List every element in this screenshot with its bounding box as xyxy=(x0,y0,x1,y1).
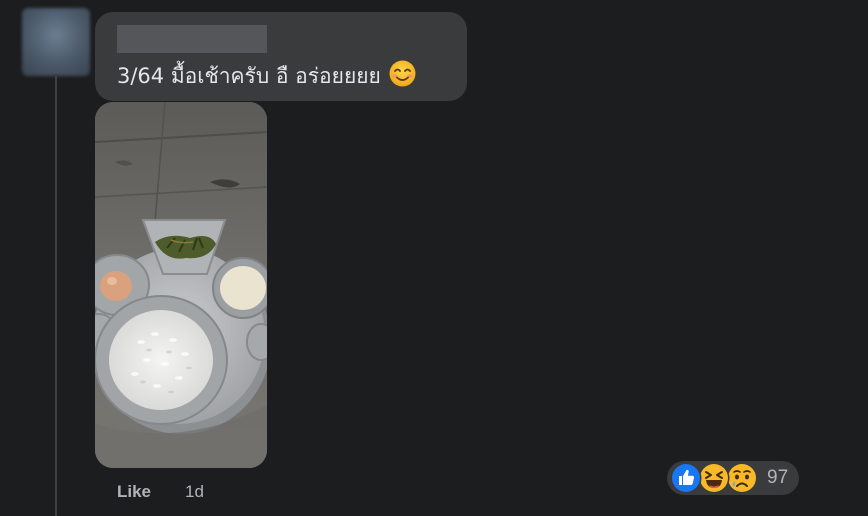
comment-text: 3/64 มื้อเช้าครับ อื อร่อยยยย xyxy=(117,64,381,88)
attached-photo[interactable] xyxy=(95,102,267,468)
haha-icon xyxy=(698,462,730,494)
like-button[interactable]: Like xyxy=(117,482,151,502)
author-name-redacted[interactable] xyxy=(117,25,267,53)
sad-icon xyxy=(726,462,758,494)
reply-thread-line xyxy=(55,76,57,516)
avatar[interactable] xyxy=(22,8,90,76)
breakfast-tray-image xyxy=(95,102,267,468)
comment-text-line: 3/64 มื้อเช้าครับ อื อร่อยยยย xyxy=(117,60,416,94)
smiling-face-icon xyxy=(389,60,416,94)
reaction-count: 97 xyxy=(767,467,789,488)
reactions-summary[interactable]: 97 xyxy=(667,461,799,495)
comment-bubble: 3/64 มื้อเช้าครับ อื อร่อยยยย xyxy=(95,12,467,101)
like-icon xyxy=(670,462,702,494)
comment-timestamp[interactable]: 1d xyxy=(185,482,204,502)
